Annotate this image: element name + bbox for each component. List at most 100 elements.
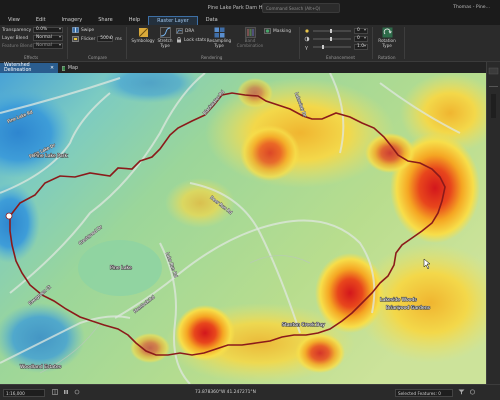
status-buttons [458, 389, 476, 395]
swipe-label: Swipe [81, 27, 95, 33]
dra-toggle[interactable]: DRA [176, 28, 194, 34]
symbology-button[interactable]: Symbology [131, 27, 155, 43]
feature-blend-select[interactable]: Normal [33, 43, 63, 49]
arcgis-pro-window: Pine Lake Park Dam H&H Analysis Command … [0, 0, 500, 400]
flicker-row: Flicker 500.0 ms [72, 36, 122, 42]
effects-group-label: Effects [24, 55, 39, 60]
tab-edit[interactable]: Edit [28, 16, 54, 25]
title-bar: Pine Lake Park Dam H&H Analysis Command … [0, 0, 500, 16]
refresh-icon[interactable] [74, 389, 80, 395]
tab-help[interactable]: Help [121, 16, 148, 25]
divider [299, 27, 300, 59]
feature-blend-row: Feature Blend Normal [2, 43, 63, 49]
peak-elevation-area [295, 333, 345, 373]
close-icon[interactable]: ✕ [50, 66, 54, 71]
rotation-type-button[interactable]: Rotation Type [375, 27, 399, 48]
flicker-unit: ms [115, 36, 122, 42]
peak-elevation-area [130, 333, 170, 363]
band-combination-button[interactable]: Band Combination [233, 27, 267, 48]
rotation-group-label: Rotation [378, 55, 396, 60]
dra-icon [176, 28, 183, 34]
side-pane-tabs [488, 67, 499, 118]
masking-label: Masking [273, 28, 292, 34]
refresh-icon[interactable] [469, 389, 476, 395]
symbology-label: Symbology [131, 38, 155, 43]
contrast-row: 0 [304, 36, 368, 42]
flicker-rate-field[interactable]: 500.0 [97, 36, 114, 42]
filter-icon[interactable] [458, 389, 465, 395]
flicker-label[interactable]: Flicker [81, 37, 95, 42]
band-combination-icon [244, 27, 256, 38]
pause-icon[interactable] [63, 389, 69, 395]
tab-map[interactable]: Map [58, 63, 82, 73]
resampling-type-button[interactable]: Resampling Type [205, 27, 233, 48]
ribbon: Transparency 0.0% Layer Blend Normal Fea… [0, 25, 500, 62]
svg-text:γ: γ [305, 45, 308, 50]
window-title: Pine Lake Park Dam H&H Analysis [207, 5, 293, 11]
selected-features-count[interactable]: Selected Features: 0 [395, 389, 453, 397]
command-search-input[interactable]: Command Search (Alt+Q) [262, 3, 340, 13]
map-view[interactable]: Pine Lake Pine Lake Rd Fawn Lake Dr Blac… [0, 73, 486, 384]
swipe-button[interactable]: Swipe [72, 27, 94, 33]
elevation-map[interactable]: Pine Lake Pine Lake Rd Fawn Lake Dr Blac… [0, 73, 486, 384]
gamma-value[interactable]: 1.0 [354, 44, 368, 50]
rotation-icon [382, 27, 392, 38]
swipe-icon [72, 27, 79, 33]
place-label: Briarwood Gardens [386, 305, 431, 311]
enhancement-group-label: Enhancement [326, 55, 356, 60]
rendering-group-label: Rendering [201, 55, 223, 60]
gamma-slider[interactable] [312, 45, 352, 49]
transparency-field[interactable]: 0.0% [33, 27, 63, 33]
divider [372, 27, 373, 59]
dra-label: DRA [185, 28, 195, 34]
lock-stats-label: Lock stats [184, 37, 207, 43]
scale-select[interactable]: 1:16,000 [3, 389, 45, 397]
brightness-slider[interactable] [312, 29, 352, 33]
grid-icon[interactable] [52, 389, 58, 395]
divider [404, 27, 405, 59]
symbology-icon [138, 27, 148, 38]
band-combination-label: Band Combination [236, 38, 264, 48]
view-tabs: Watershed Delineation ✕ Map [0, 62, 500, 73]
place-label: Lakeside Woods [380, 297, 417, 303]
tab-view[interactable]: View [0, 16, 28, 25]
tab-watershed-delineation[interactable]: Watershed Delineation ✕ [0, 63, 58, 73]
stretch-type-icon [159, 27, 171, 38]
gamma-row: γ 1.0 [304, 44, 368, 50]
tab-raster-layer[interactable]: Raster Layer [148, 16, 198, 25]
place-label: Woodland Estates [20, 364, 62, 370]
brightness-value[interactable]: 0 [354, 28, 368, 34]
lock-icon [177, 37, 181, 43]
pour-point-marker[interactable] [5, 212, 13, 220]
stretch-type-label: Stretch Type [157, 38, 173, 48]
gamma-icon: γ [305, 45, 308, 50]
peak-elevation-area [237, 78, 273, 108]
contrast-slider[interactable] [312, 37, 352, 41]
layer-blend-label: Layer Blend [2, 35, 29, 41]
resampling-icon [214, 27, 224, 38]
stretch-type-button[interactable]: Stretch Type [156, 27, 174, 48]
brightness-icon [305, 29, 309, 33]
place-label: Stanton Creek Bay [282, 322, 325, 328]
masking-button[interactable]: Masking [264, 28, 291, 34]
tab-label: Watershed Delineation [4, 63, 32, 73]
side-pane[interactable] [486, 62, 500, 384]
rotation-type-label: Rotation Type [378, 38, 396, 48]
status-tools [52, 389, 80, 395]
transparency-label: Transparency [2, 27, 32, 33]
layer-blend-row: Layer Blend Normal [2, 35, 63, 41]
layer-blend-select[interactable]: Normal [33, 35, 63, 41]
ribbon-tabs: View Edit Imagery Share Help Raster Laye… [0, 16, 500, 25]
peak-elevation-area [365, 133, 415, 173]
transparency-row: Transparency 0.0% [2, 27, 63, 33]
lock-stats-toggle[interactable]: Lock stats [176, 37, 206, 43]
tab-share[interactable]: Share [90, 16, 120, 25]
contrast-icon [304, 36, 310, 42]
coordinate-readout: 73.878360°W 41.247271°N [195, 390, 256, 395]
tab-data[interactable]: Data [198, 16, 226, 25]
place-label: Pine Lake [110, 265, 132, 271]
contrast-value[interactable]: 0 [354, 36, 368, 42]
compare-group-label: Compare [88, 55, 107, 60]
user-name[interactable]: Thomas - Pine... [453, 5, 490, 10]
tab-imagery[interactable]: Imagery [54, 16, 91, 25]
